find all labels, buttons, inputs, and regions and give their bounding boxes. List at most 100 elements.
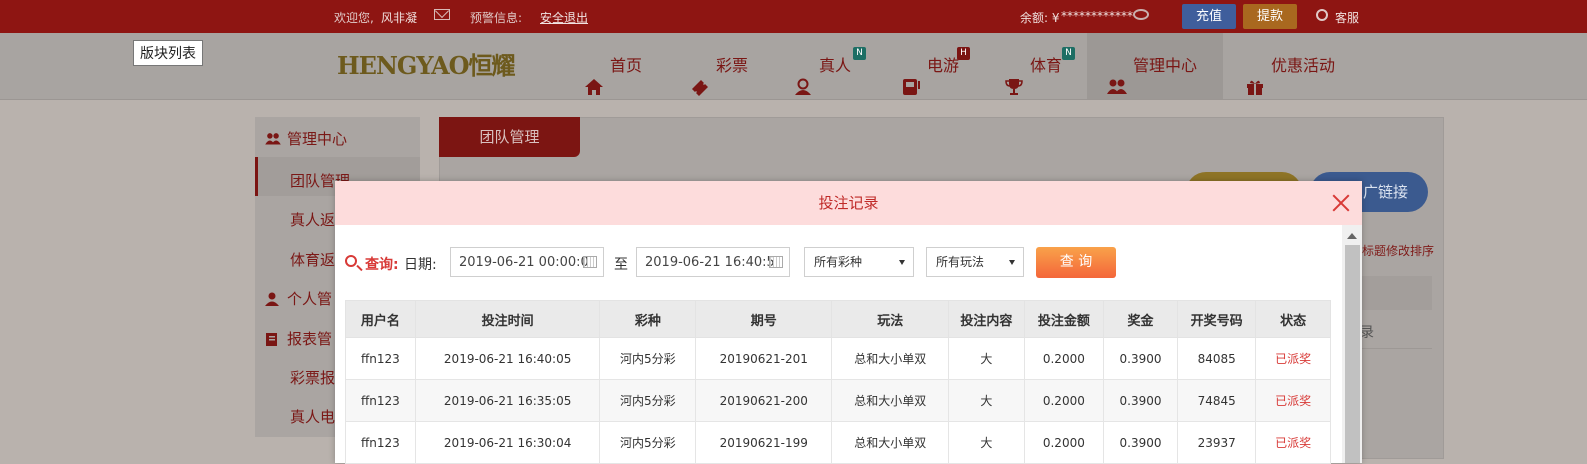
- users-icon: [265, 132, 281, 150]
- modal-title: 投注记录: [818, 194, 879, 212]
- start-date-input[interactable]: [451, 248, 589, 276]
- bet-content-cell: 大: [948, 379, 1025, 422]
- scroll-up-arrow-icon[interactable]: [1347, 233, 1357, 239]
- tab-team-management[interactable]: 团队管理: [439, 117, 580, 157]
- nav-management[interactable]: 管理中心: [1087, 33, 1223, 99]
- nav-slots[interactable]: 电游 H: [901, 33, 970, 99]
- nav-sports[interactable]: 体育 N: [1004, 33, 1075, 99]
- column-header: 玩法: [831, 300, 950, 338]
- username-cell: ffn123: [345, 379, 416, 422]
- bet-records-table: 用户名 投注时间 彩种 期号 玩法 投注内容 投注金额 奖金 开奖号码 状态 f…: [345, 300, 1331, 464]
- bet-time-cell: 2019-06-21 16:40:05: [414, 337, 601, 380]
- notice-label: 预警信息:: [470, 11, 523, 25]
- nav-label: 管理中心: [1133, 56, 1198, 75]
- top-bar: 欢迎您, 风非凝 预警信息: 安全退出 余额: ¥ ************ 充…: [0, 0, 1587, 33]
- background-table-row: 录: [1360, 312, 1432, 349]
- calendar-icon[interactable]: [583, 256, 597, 268]
- modal-header: 投注记录: [335, 181, 1362, 225]
- bet-time-cell: 2019-06-21 16:35:05: [414, 379, 601, 422]
- background-table-header: [1362, 276, 1432, 310]
- support-link[interactable]: 客服: [1335, 9, 1359, 26]
- play-cell: 总和大小单双: [831, 421, 950, 464]
- nav-label: 体育: [1030, 56, 1063, 75]
- sidebar-group-label: 报表管: [287, 330, 333, 348]
- calendar-icon[interactable]: [769, 256, 783, 268]
- nav-label: 真人: [819, 56, 852, 75]
- play-type-select[interactable]: 所有玩法: [926, 247, 1024, 277]
- recharge-button[interactable]: 充值: [1182, 4, 1236, 29]
- sidebar-head: 管理中心: [265, 128, 347, 150]
- trophy-icon: [1004, 58, 1024, 95]
- bet-time-cell: 2019-06-21 16:30:04: [414, 421, 601, 464]
- logout-link[interactable]: 安全退出: [540, 9, 588, 26]
- table-header-row: 用户名 投注时间 彩种 期号 玩法 投注内容 投注金额 奖金 开奖号码 状态: [345, 300, 1331, 338]
- lottery-type-value: 所有彩种: [814, 255, 863, 269]
- play-type-value: 所有玩法: [936, 255, 985, 269]
- column-header: 彩种: [599, 300, 697, 338]
- balance-value: ************: [1061, 9, 1133, 23]
- table-row: ffn123 2019-06-21 16:30:04 河内5分彩 2019062…: [345, 421, 1331, 464]
- nav-label: 彩票: [716, 56, 749, 75]
- eye-icon[interactable]: [1133, 9, 1149, 20]
- nav-promotions[interactable]: 优惠活动: [1245, 33, 1335, 99]
- status-cell: 已派奖: [1255, 421, 1331, 464]
- sidebar-group-label: 个人管: [287, 290, 333, 308]
- bet-amount-cell: 0.2000: [1023, 421, 1105, 464]
- column-header: 用户名: [345, 300, 416, 338]
- query-button[interactable]: 查 询: [1036, 247, 1116, 278]
- close-icon[interactable]: [1331, 193, 1351, 213]
- sidebar-group-personal[interactable]: 个人管: [265, 288, 332, 310]
- sidebar-item-lottery-report[interactable]: 彩票报: [290, 367, 335, 388]
- play-cell: 总和大小单双: [831, 379, 950, 422]
- nav-home[interactable]: 首页: [584, 33, 642, 99]
- lottery-cell: 河内5分彩: [599, 379, 697, 422]
- lottery-cell: 河内5分彩: [599, 337, 697, 380]
- nav-label: 首页: [610, 56, 643, 75]
- bet-amount-cell: 0.2000: [1023, 337, 1105, 380]
- hot-badge: H: [957, 47, 970, 60]
- draw-number-cell: 74845: [1176, 379, 1257, 422]
- column-header: 期号: [695, 300, 833, 338]
- nav-lottery[interactable]: 彩票: [690, 33, 748, 99]
- column-header: 投注内容: [948, 300, 1025, 338]
- issue-cell: 20190621-199: [695, 421, 833, 464]
- site-logo[interactable]: HENGYAO恒耀: [337, 50, 541, 82]
- bet-content-cell: 大: [948, 421, 1025, 464]
- column-header: 奖金: [1103, 300, 1178, 338]
- end-date-field[interactable]: [636, 247, 790, 277]
- status-cell: 已派奖: [1255, 337, 1331, 380]
- nav-label: 电游: [927, 56, 960, 75]
- balance-label: 余额: ¥: [1020, 11, 1060, 25]
- user-icon: [265, 292, 279, 310]
- dealer-icon: [793, 58, 813, 95]
- support-icon[interactable]: [1316, 9, 1328, 21]
- end-date-input[interactable]: [637, 248, 775, 276]
- search-icon: [345, 255, 357, 267]
- prize-cell: 0.3900: [1103, 421, 1178, 464]
- welcome-text: 欢迎您,: [334, 11, 374, 25]
- chevron-down-icon: [899, 260, 905, 265]
- issue-cell: 20190621-200: [695, 379, 833, 422]
- slot-icon: [901, 58, 921, 95]
- nav-label: 优惠活动: [1271, 56, 1336, 75]
- sidebar-item-live-rebate[interactable]: 真人返: [290, 209, 335, 230]
- sidebar-item-live-report[interactable]: 真人电: [290, 406, 335, 427]
- sidebar-item-sports-rebate[interactable]: 体育返: [290, 249, 335, 270]
- username[interactable]: 风非凝: [381, 9, 417, 26]
- nav-live[interactable]: 真人 N: [793, 33, 866, 99]
- new-badge: N: [1062, 47, 1075, 60]
- username-cell: ffn123: [345, 337, 416, 380]
- scrollbar-thumb[interactable]: [1345, 245, 1360, 463]
- start-date-field[interactable]: [450, 247, 604, 277]
- column-header: 状态: [1255, 300, 1331, 338]
- section-list-tooltip: 版块列表: [133, 40, 203, 66]
- lottery-type-select[interactable]: 所有彩种: [804, 247, 914, 277]
- sidebar-group-reports[interactable]: 报表管: [265, 328, 332, 350]
- draw-number-cell: 84085: [1176, 337, 1257, 380]
- withdraw-button[interactable]: 提款: [1243, 4, 1297, 29]
- gift-icon: [1245, 58, 1265, 95]
- date-label: 日期:: [404, 257, 437, 273]
- mail-icon[interactable]: [434, 9, 450, 20]
- bet-amount-cell: 0.2000: [1023, 379, 1105, 422]
- new-badge: N: [853, 47, 866, 60]
